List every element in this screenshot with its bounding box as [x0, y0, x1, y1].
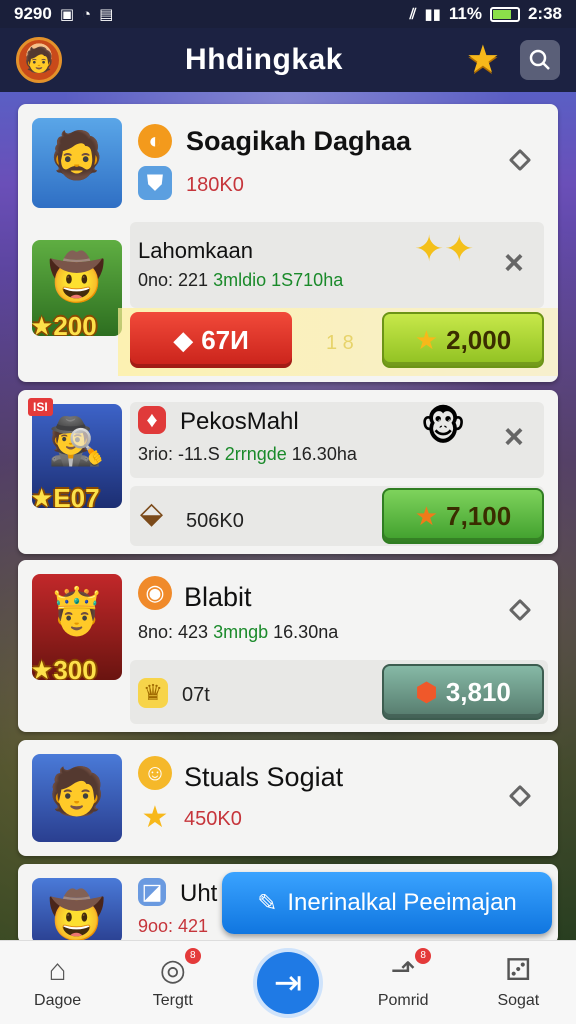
pencil-icon: ✎	[257, 889, 278, 917]
star-icon: ★	[414, 500, 439, 531]
chevron-icon[interactable]	[508, 784, 532, 808]
detail-panel	[130, 222, 544, 308]
shield-icon: ⛊	[138, 166, 172, 200]
close-icon[interactable]: ×	[504, 246, 524, 280]
star-icon: ★	[141, 800, 169, 834]
game-thumbnail: 🕵 ★E07	[32, 404, 122, 508]
card-icon: ◪	[138, 878, 166, 906]
thumb-score-badge: ★200	[32, 311, 97, 336]
card-subtitle: 450K0	[184, 808, 242, 830]
mid-value: 07t	[182, 684, 210, 706]
list-item[interactable]: 🧑 ☺ Stuals Sogiat ★ 450K0	[18, 740, 558, 856]
tag-badge: ISI	[28, 398, 53, 416]
character-icon: 🧑	[48, 765, 106, 817]
battery-percent: 11%	[448, 4, 482, 23]
home-icon: ⌂	[48, 953, 67, 987]
character-icon: 🤴	[48, 585, 106, 637]
stats-line: 3rio: -11.S 2rrngde 16.30ha	[138, 444, 357, 464]
list-item[interactable]: 🧔 ◐ Soagikah Daghaa ⛊ 180K0 🤠 ★200 Lahom…	[18, 104, 558, 382]
crown-icon: ♛	[138, 678, 168, 708]
nav-item-dice[interactable]: ⚂ Sogat	[468, 953, 568, 1010]
chevron-icon[interactable]	[508, 598, 532, 622]
mid-value: 1 8	[326, 332, 354, 354]
card-title: PekosMahl	[180, 408, 299, 435]
teal-action-button[interactable]: ⬢ 3,810	[382, 664, 544, 720]
game-thumbnail: 🧔	[32, 118, 122, 208]
dice-icon: ⚂	[505, 953, 532, 987]
chevron-icon[interactable]	[508, 148, 532, 172]
target-icon: ◎	[159, 953, 186, 987]
card-title: Uht	[180, 880, 218, 907]
chart-icon: ⬏	[390, 953, 416, 987]
game-thumbnail: 🧑	[32, 754, 122, 842]
stats-line: 0no: 221 3mldio 1S710ha	[138, 270, 344, 290]
thumb-score-badge: ★E07	[32, 483, 100, 508]
app-header: 🧑 Hhdingkak ★	[0, 28, 576, 92]
stats-line: 8no: 423 3mngb 16.30na	[138, 622, 339, 642]
character-icon: 🐵	[420, 405, 467, 449]
status-clock: 2:38	[527, 4, 562, 23]
green-action-button[interactable]: ★ 7,100	[382, 488, 544, 544]
nav-item-home[interactable]: ⌂ Dagoe	[8, 953, 108, 1010]
game-thumbnail: 🤠 ★200	[32, 240, 122, 336]
character-icon: 🤠	[48, 889, 106, 941]
panel-title: Lahomkaan	[138, 238, 253, 263]
page-title: Hhdingkak	[185, 43, 343, 76]
gift-icon: ♦	[138, 406, 166, 434]
lime-action-button[interactable]: ★ 2,000	[382, 312, 544, 368]
card-title: Blabit	[184, 582, 252, 612]
game-thumbnail: 🤠	[32, 878, 122, 944]
notification-icon: ▤	[99, 6, 114, 23]
potion-icon: ◉	[138, 576, 172, 610]
coin-icon: ◐	[138, 124, 172, 158]
character-icon: 🧔	[48, 129, 106, 181]
stats-line: 9oo: 421	[138, 916, 209, 936]
close-icon[interactable]: ×	[504, 420, 524, 454]
game-thumbnail: 🤴 ★300	[32, 574, 122, 680]
wifi-icon: ◔	[82, 5, 92, 23]
battery-icon	[489, 6, 520, 22]
list-item[interactable]: 🤴 ★300 ◉ Blabit 8no: 423 3mngb 16.30na ♛…	[18, 560, 558, 732]
nav-item-center[interactable]: ⇥	[238, 951, 338, 1014]
nav-item-target[interactable]: ◎ 8 Tergtt	[123, 947, 223, 1010]
nav-item-chart[interactable]: ⬏ 8 Pomrid	[353, 947, 453, 1010]
bottom-nav: ⌂ Dagoe ◎ 8 Tergtt ⇥ ⬏ 8 Pomrid ⚂ Sogat	[0, 940, 576, 1024]
character-icon: 🕵	[48, 415, 106, 467]
tag-icon: ◆	[173, 324, 194, 355]
emoji-icon: ☺	[138, 756, 172, 790]
floating-action-button[interactable]: ✎ Inerinalkal Peeimajan	[222, 872, 552, 934]
mid-value: 506K0	[186, 510, 244, 532]
arrow-right-icon: ⇥	[256, 951, 319, 1014]
card-title: Stuals Sogiat	[184, 762, 344, 792]
stars-icon: ✦✦	[414, 228, 475, 269]
status-time: 9290	[14, 4, 52, 23]
star-icon[interactable]: ★	[466, 41, 500, 79]
bag-icon: ⬢	[415, 676, 438, 707]
notification-badge: 8	[415, 947, 432, 964]
card-subtitle: 180K0	[186, 174, 244, 196]
card-title: Soagikah Daghaa	[186, 126, 412, 156]
sim-icon: ▣	[59, 6, 75, 23]
star-icon: ★	[414, 324, 439, 355]
chest-icon: ⬙	[140, 497, 164, 530]
status-bar: 9290 ▣ ◔ ▤ ⫽ ▮▮ 11% 2:38	[0, 0, 576, 28]
floating-action-label: Inerinalkal Peeimajan	[287, 889, 517, 916]
notification-badge: 8	[184, 947, 201, 964]
red-action-button[interactable]: ◆ 67И	[130, 312, 292, 368]
character-icon: 🤠	[48, 251, 106, 303]
avatar-icon[interactable]: 🧑	[16, 37, 62, 83]
bars-icon: ▮▮	[424, 6, 441, 23]
list-item[interactable]: 🕵 ★E07 ISI ♦ PekosMahl 3rio: -11.S 2rrng…	[18, 390, 558, 554]
search-icon[interactable]	[520, 40, 560, 80]
signal-icon: ⫽	[409, 5, 417, 23]
thumb-score-badge: ★300	[32, 655, 97, 680]
